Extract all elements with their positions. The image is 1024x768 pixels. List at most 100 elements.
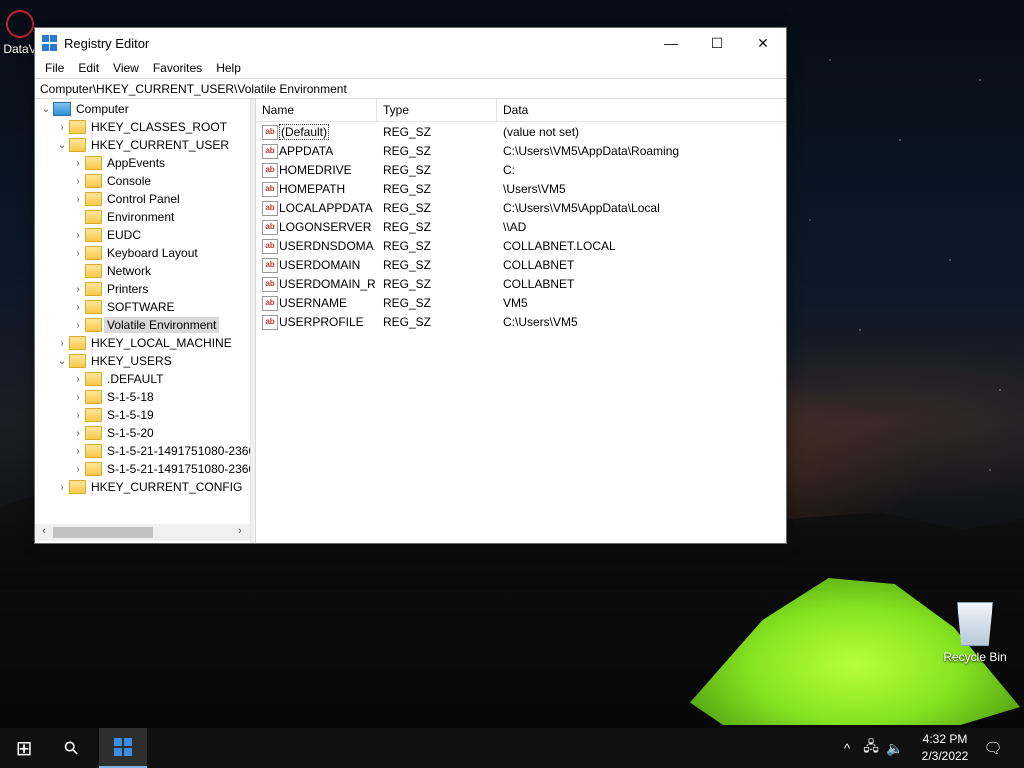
tree-horizontal-scrollbar[interactable]: ‹ › — [35, 524, 250, 541]
chevron-right-icon[interactable]: › — [71, 158, 85, 169]
recycle-bin-icon — [957, 602, 993, 646]
folder-icon — [85, 282, 102, 296]
scroll-right-icon[interactable]: › — [232, 525, 248, 537]
value-row[interactable]: ab APPDATA REG_SZ C:\Users\VM5\AppData\Roam… — [256, 142, 786, 161]
tree-item[interactable]: › S-1-5-21-1491751080-2360 — [71, 460, 250, 478]
value-data: C: — [503, 163, 515, 177]
close-button[interactable]: ✕ — [740, 28, 786, 58]
chevron-right-icon[interactable]: › — [71, 410, 85, 421]
chevron-right-icon[interactable]: › — [71, 320, 85, 331]
chevron-right-icon[interactable]: › — [71, 428, 85, 439]
value-row[interactable]: ab USERNAME REG_SZ VM5 — [256, 294, 786, 313]
tree-item[interactable]: › S-1-5-20 — [71, 424, 154, 442]
tree-item[interactable]: › Printers — [71, 280, 148, 298]
address-bar[interactable]: Computer\HKEY_CURRENT_USER\Volatile Envi… — [35, 78, 786, 99]
tree-item[interactable]: Environment — [71, 208, 174, 226]
tree-item[interactable]: › S-1-5-21-1491751080-2360 — [71, 442, 250, 460]
tree-item[interactable]: › Keyboard Layout — [71, 244, 198, 262]
menu-help[interactable]: Help — [209, 61, 248, 75]
chevron-right-icon[interactable]: › — [71, 284, 85, 295]
tree-item[interactable]: › S-1-5-19 — [71, 406, 154, 424]
tree-item[interactable]: › Volatile Environment — [71, 316, 220, 334]
scroll-left-icon[interactable]: ‹ — [36, 525, 52, 537]
volume-tray-button[interactable]: 🔈 — [884, 728, 906, 768]
taskbar-clock[interactable]: 4:32 PM 2/3/2022 — [910, 731, 980, 765]
tree-item-label: AppEvents — [107, 156, 166, 170]
value-row[interactable]: ab LOCALAPPDATA REG_SZ C:\Users\VM5\AppData… — [256, 199, 786, 218]
show-hidden-icons-button[interactable]: ^ — [838, 728, 856, 768]
tree-item[interactable]: ⌄ HKEY_USERS — [55, 352, 172, 370]
value-row[interactable]: ab HOMEDRIVE REG_SZ C: — [256, 161, 786, 180]
search-icon: ⚲ — [59, 735, 84, 760]
menu-edit[interactable]: Edit — [71, 61, 106, 75]
start-button[interactable]: ⊞ — [0, 728, 48, 768]
chevron-down-icon[interactable]: ⌄ — [39, 104, 53, 115]
chevron-right-icon[interactable]: › — [71, 446, 85, 457]
chevron-right-icon[interactable]: › — [55, 338, 69, 349]
value-row[interactable]: ab USERPROFILE REG_SZ C:\Users\VM5 — [256, 313, 786, 332]
menu-file[interactable]: File — [38, 61, 71, 75]
tree-item-label: Environment — [107, 210, 175, 224]
column-header-name[interactable]: Name — [256, 99, 377, 121]
chevron-right-icon[interactable]: › — [71, 176, 85, 187]
tree-item[interactable]: › SOFTWARE — [71, 298, 175, 316]
title-bar[interactable]: Registry Editor — ☐ ✕ — [35, 28, 786, 58]
value-row[interactable]: abUSERDOMAIN_R... REG_SZ COLLABNET — [256, 275, 786, 294]
value-name-text: USERPROFILE — [279, 315, 364, 329]
menu-view[interactable]: View — [106, 61, 146, 75]
minimize-button[interactable]: — — [648, 28, 694, 58]
taskbar-regedit-button[interactable] — [99, 728, 147, 768]
chevron-right-icon[interactable]: › — [55, 482, 69, 493]
column-header-data[interactable]: Data — [497, 99, 773, 121]
tree-item[interactable]: › Console — [71, 172, 151, 190]
tree-item[interactable]: Network — [71, 262, 151, 280]
value-name: LOGONSERVER — [279, 218, 375, 237]
chevron-down-icon[interactable]: ⌄ — [55, 140, 69, 151]
tree-item[interactable]: › EUDC — [71, 226, 141, 244]
value-row[interactable]: ab HOMEPATH REG_SZ \Users\VM5 — [256, 180, 786, 199]
value-row[interactable]: ab (Default) REG_SZ (value not set) — [256, 123, 786, 142]
value-row[interactable]: ab LOGONSERVER REG_SZ \\AD — [256, 218, 786, 237]
chevron-right-icon[interactable]: › — [71, 464, 85, 475]
registry-editor-window[interactable]: Registry Editor — ☐ ✕ File Edit View Fav… — [34, 27, 787, 544]
chevron-right-icon[interactable]: › — [71, 194, 85, 205]
tree-item[interactable]: ⌄ Computer — [39, 100, 129, 118]
action-center-button[interactable]: 🗨 — [978, 728, 1008, 768]
chevron-right-icon[interactable]: › — [71, 230, 85, 241]
values-list[interactable]: Name Type Data ab (Default) REG_SZ (value n… — [256, 99, 786, 543]
search-button[interactable]: ⚲ — [48, 728, 96, 768]
tree-item[interactable]: › HKEY_LOCAL_MACHINE — [55, 334, 232, 352]
value-name-text: HOMEDRIVE — [279, 163, 352, 177]
tree-item[interactable]: › .DEFAULT — [71, 370, 163, 388]
value-data: (value not set) — [503, 125, 580, 139]
menu-favorites[interactable]: Favorites — [146, 61, 209, 75]
tree-item[interactable]: › Control Panel — [71, 190, 180, 208]
desktop-icon-recycle-bin[interactable]: Recycle Bin — [940, 602, 1010, 664]
tree-item-label: HKEY_USERS — [91, 354, 172, 368]
maximize-button[interactable]: ☐ — [694, 28, 740, 58]
value-row[interactable]: ab USERDNSDOMA... REG_SZ COLLABNET.LOCAL — [256, 237, 786, 256]
tree-item[interactable]: › HKEY_CLASSES_ROOT — [55, 118, 227, 136]
chevron-right-icon[interactable]: › — [71, 248, 85, 259]
chevron-right-icon[interactable]: › — [55, 122, 69, 133]
tree-item[interactable]: › HKEY_CURRENT_CONFIG — [55, 478, 242, 496]
scroll-thumb[interactable] — [53, 527, 153, 538]
value-row[interactable]: ab USERDOMAIN REG_SZ COLLABNET — [256, 256, 786, 275]
column-header-type[interactable]: Type — [377, 99, 497, 121]
tree-item[interactable]: › S-1-5-18 — [71, 388, 154, 406]
tree-item[interactable]: ⌄ HKEY_CURRENT_USER — [55, 136, 229, 154]
key-tree[interactable]: ⌄ Computer › HKEY_CLASSES_ROOT ⌄ HKEY_CURRENT… — [35, 99, 251, 543]
tree-item-label: S-1-5-20 — [107, 426, 154, 440]
chevron-right-icon[interactable]: › — [71, 392, 85, 403]
chevron-down-icon[interactable]: ⌄ — [55, 356, 69, 367]
chevron-right-icon[interactable]: › — [71, 374, 85, 385]
chevron-right-icon[interactable]: › — [71, 302, 85, 313]
value-data: COLLABNET — [503, 277, 575, 291]
value-name: USERDOMAIN_R... — [279, 275, 375, 294]
tree-item-label: HKEY_LOCAL_MACHINE — [91, 336, 232, 350]
value-type: REG_SZ — [383, 182, 432, 196]
network-tray-button[interactable]: 🖧 — [860, 728, 882, 768]
tree-item-label: Network — [107, 264, 152, 278]
tree-item-label: .DEFAULT — [107, 372, 164, 386]
tree-item[interactable]: › AppEvents — [71, 154, 165, 172]
